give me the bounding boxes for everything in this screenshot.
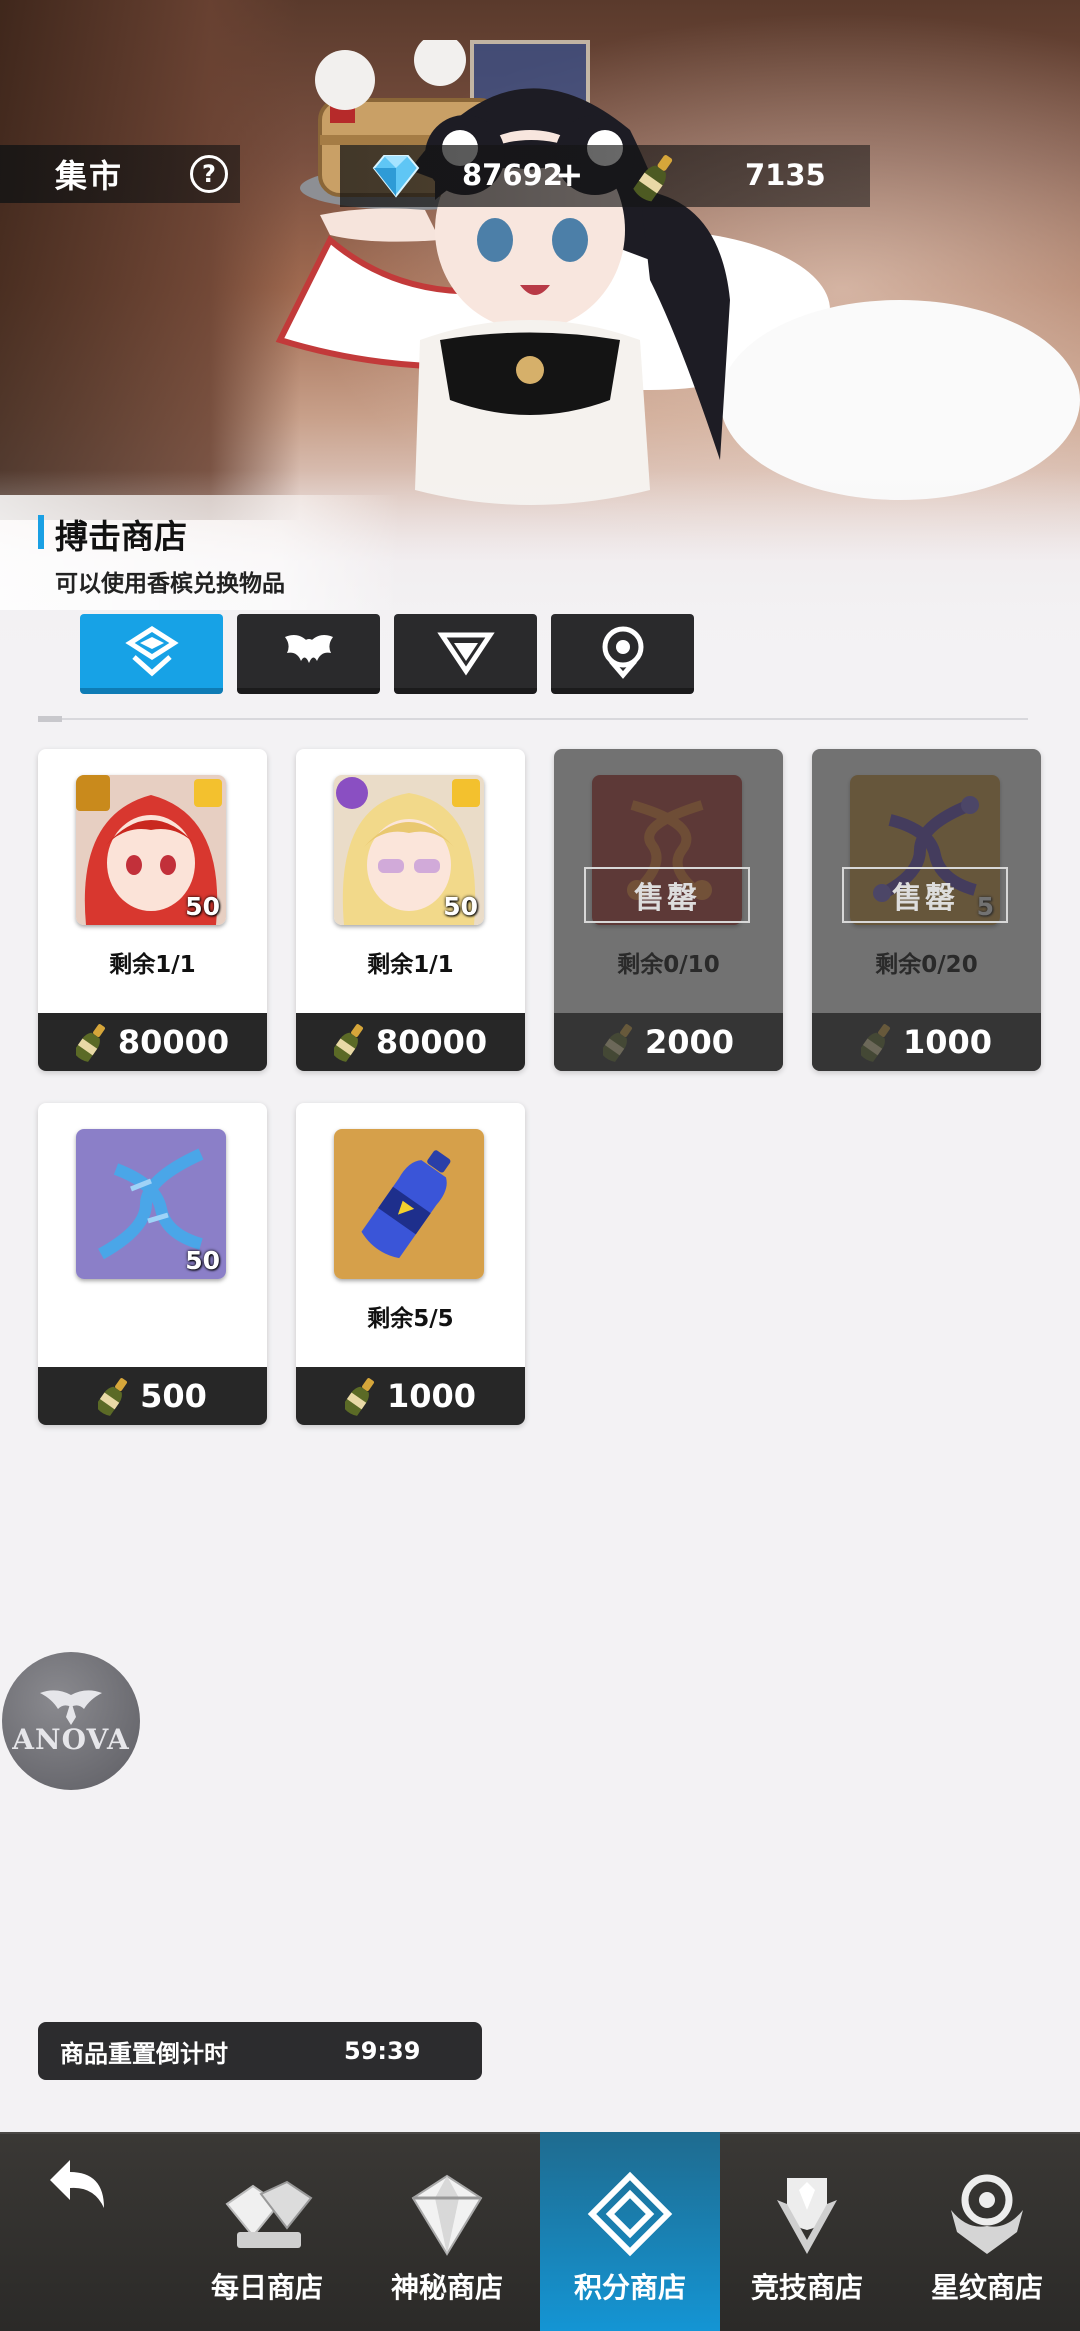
logo-text: ANOVA [12,1722,130,1756]
sold-out-stamp: 售罄 [842,867,1008,923]
floating-logo-button[interactable]: ANOVA [2,1652,140,1790]
item-stock: 剩余1/1 [367,952,454,978]
wings-icon [284,635,333,663]
item-quantity: 50 [185,1246,220,1275]
item-price: 80000 [117,1023,230,1061]
gem-currency-icon [372,155,420,198]
reset-timer-label: 商品重置倒计时 [60,2039,228,2068]
item-thumbnail: 50 [76,1129,226,1279]
shop-description: 可以使用香槟兑换物品 [55,571,285,597]
tab-target-emblem[interactable] [551,614,694,694]
reset-timer-value: 59:39 [344,2037,421,2065]
champagne-icon [602,1024,632,1062]
section-divider-lead [38,716,62,722]
nav-label: 神秘商店 [390,2271,503,2304]
item-quantity: 50 [443,892,478,921]
shop-tabs [80,614,694,694]
nav-item-star-crest-shop[interactable]: 星纹商店 [897,2132,1077,2331]
trophy-emblem-icon [777,2178,837,2254]
item-thumbnail: 50 [334,775,484,925]
item-quantity: 50 [185,892,220,921]
chevron-emblem-icon [436,632,495,676]
nav-item-daily-shop-display[interactable]: 每日商店 [177,2132,357,2331]
diamond-badge-icon [124,626,179,677]
nav-item-mystery-shop[interactable]: 神秘商店 [357,2132,537,2331]
item-price: 1000 [386,1377,477,1415]
item-price-bar: 1000 [296,1367,525,1425]
item-price-bar: 500 [38,1367,267,1425]
champagne-icon [344,1378,374,1416]
help-icon[interactable]: ? [190,155,228,193]
champagne-icon [333,1024,363,1062]
champagne-amount: 7135 [745,158,826,192]
item-stock: 剩余0/10 [617,952,720,978]
champagne-icon [98,1378,128,1416]
tab-wings[interactable] [237,614,380,694]
shop-item-card[interactable]: 售罄 剩余0/10 2000 [554,749,783,1071]
shop-item-card[interactable]: 剩余5/5 1000 [296,1103,525,1425]
hero-banner [0,0,1080,720]
shop-item-card[interactable]: 50 剩余1/1 80000 [296,749,525,1071]
wing-crest-icon [40,1689,102,1725]
reset-timer: 商品重置倒计时 59:39 [38,2022,482,2080]
item-price-bar: 1000 [812,1013,1041,1071]
item-stock: 剩余0/20 [875,952,978,978]
target-emblem-icon [602,626,643,679]
shop-item-card[interactable]: 50 500 [38,1103,267,1425]
page-title: 集市 [55,157,124,195]
nav-label: 竞技商店 [750,2271,863,2304]
tab-chevron-emblem[interactable] [394,614,537,694]
gem-cluster-icon [225,2180,313,2248]
item-price: 500 [140,1377,207,1415]
sold-out-stamp: 售罄 [584,867,750,923]
item-price: 1000 [902,1023,993,1061]
tab-diamond-badge[interactable] [80,614,223,694]
shop-item-card[interactable]: 5 售罄 剩余0/20 1000 [812,749,1041,1071]
item-stock: 剩余1/1 [109,952,196,978]
champagne-icon [860,1024,890,1062]
champagne-icon [75,1024,105,1062]
item-stock: 剩余5/5 [367,1306,454,1332]
nav-label: 每日商店 [210,2271,323,2304]
nav-label: 星纹商店 [930,2271,1043,2304]
nav-item-points-shop[interactable]: 积分商店 [540,2132,720,2331]
nav-label: 积分商店 [573,2271,686,2304]
section-divider [38,718,1028,720]
shop-name: 搏击商店 [55,517,187,556]
item-price-bar: 80000 [38,1013,267,1071]
shop-item-card[interactable]: 50 剩余1/1 80000 [38,749,267,1071]
champagne-currency-icon [633,155,673,202]
diamond-icon [411,2174,483,2256]
item-thumbnail [334,1129,484,1279]
item-price-bar: 2000 [554,1013,783,1071]
item-price: 2000 [644,1023,735,1061]
double-diamond-icon [587,2171,673,2257]
star-crest-icon [951,2174,1023,2254]
back-arrow-icon[interactable] [42,2146,117,2221]
water-bottle-icon [334,1129,484,1279]
nav-item-arena-shop[interactable]: 竞技商店 [717,2132,897,2331]
item-price: 80000 [375,1023,488,1061]
heading-accent [38,515,44,549]
gem-amount: 87692 [462,158,563,192]
add-gems-plus-icon[interactable]: + [555,158,584,192]
item-price-bar: 80000 [296,1013,525,1071]
item-thumbnail: 50 [76,775,226,925]
